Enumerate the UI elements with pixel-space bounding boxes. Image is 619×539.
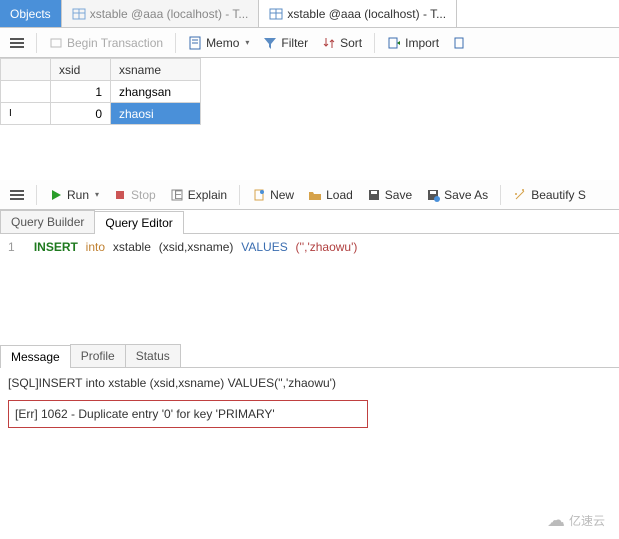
sql-editor[interactable]: 1 INSERT into xstable (xsid,xsname) VALU… — [0, 234, 619, 314]
row-marker-header — [1, 59, 51, 81]
hamburger-icon — [10, 188, 24, 202]
btn-label: Sort — [340, 36, 362, 50]
separator — [36, 33, 37, 53]
table-row[interactable]: I 0 zhaosi — [1, 103, 201, 125]
btn-label: Import — [405, 36, 439, 50]
separator — [239, 185, 240, 205]
save-as-icon — [426, 188, 440, 202]
chevron-down-icon: ▾ — [95, 190, 99, 199]
sql-echo: [SQL]INSERT into xstable (xsid,xsname) V… — [8, 376, 611, 390]
chevron-down-icon: ▾ — [245, 38, 249, 47]
col-header-xsname[interactable]: xsname — [111, 59, 201, 81]
row-marker — [1, 81, 51, 103]
tab-objects[interactable]: Objects — [0, 0, 62, 27]
run-button[interactable]: Run ▾ — [43, 185, 105, 205]
btn-label: Run — [67, 188, 89, 202]
memo-button[interactable]: Memo ▾ — [182, 33, 255, 53]
separator — [36, 185, 37, 205]
btn-label: Memo — [206, 36, 239, 50]
tab-label: xstable @aaa (localhost) - T... — [90, 7, 249, 21]
table-row[interactable]: 1 zhangsan — [1, 81, 201, 103]
tab-label: xstable @aaa (localhost) - T... — [287, 7, 446, 21]
begin-transaction-button[interactable]: Begin Transaction — [43, 33, 169, 53]
tab-query-builder[interactable]: Query Builder — [0, 210, 95, 233]
import-icon — [387, 36, 401, 50]
filter-icon — [263, 36, 277, 50]
sql-keyword: VALUES — [241, 240, 287, 254]
beautify-button[interactable]: Beautify S — [507, 185, 592, 205]
wand-icon — [513, 188, 527, 202]
sort-icon — [322, 36, 336, 50]
btn-label: New — [270, 188, 294, 202]
cell-xsname[interactable]: zhangsan — [111, 81, 201, 103]
sql-token: xstable — [113, 240, 151, 254]
save-icon — [367, 188, 381, 202]
menu-button[interactable] — [4, 33, 30, 53]
tab-xstable-2[interactable]: xstable @aaa (localhost) - T... — [259, 0, 457, 27]
table-icon — [72, 7, 86, 21]
sql-keyword: into — [86, 240, 105, 254]
explain-icon: E — [170, 188, 184, 202]
new-icon — [252, 188, 266, 202]
play-icon — [49, 188, 63, 202]
svg-text:E: E — [174, 188, 182, 202]
col-header-xsid[interactable]: xsid — [51, 59, 111, 81]
sql-token: (xsid,xsname) — [159, 240, 234, 254]
cell-xsname-selected[interactable]: zhaosi — [111, 103, 201, 125]
hamburger-icon — [10, 36, 24, 50]
sql-keyword: INSERT — [34, 240, 78, 254]
btn-label: Beautify S — [531, 188, 586, 202]
tab-profile[interactable]: Profile — [70, 344, 126, 367]
tab-message[interactable]: Message — [0, 345, 71, 368]
logo-text: 亿速云 — [569, 512, 605, 529]
btn-label: Begin Transaction — [67, 36, 163, 50]
separator — [500, 185, 501, 205]
btn-label: Load — [326, 188, 353, 202]
cell-xsid[interactable]: 1 — [51, 81, 111, 103]
btn-label: Save — [385, 188, 412, 202]
stop-icon — [113, 188, 127, 202]
separator — [374, 33, 375, 53]
export-button[interactable] — [447, 33, 473, 53]
line-number: 1 — [8, 240, 26, 254]
cell-xsid[interactable]: 0 — [51, 103, 111, 125]
save-as-button[interactable]: Save As — [420, 185, 494, 205]
btn-label: Filter — [281, 36, 308, 50]
error-message: [Err] 1062 - Duplicate entry '0' for key… — [8, 400, 368, 428]
load-icon — [308, 188, 322, 202]
stop-button[interactable]: Stop — [107, 185, 162, 205]
separator — [175, 33, 176, 53]
row-marker-edit: I — [1, 103, 51, 125]
export-icon — [453, 36, 467, 50]
transaction-icon — [49, 36, 63, 50]
cloud-icon: ☁ — [547, 510, 565, 531]
menu-button[interactable] — [4, 185, 30, 205]
btn-label: Stop — [131, 188, 156, 202]
filter-button[interactable]: Filter — [257, 33, 314, 53]
import-button[interactable]: Import — [381, 33, 445, 53]
sql-token: ('','zhaowu') — [296, 240, 358, 254]
load-button[interactable]: Load — [302, 185, 359, 205]
tab-xstable-1[interactable]: xstable @aaa (localhost) - T... — [62, 0, 260, 27]
sort-button[interactable]: Sort — [316, 33, 368, 53]
btn-label: Explain — [188, 188, 227, 202]
data-grid[interactable]: xsid xsname 1 zhangsan I 0 zhaosi — [0, 58, 201, 125]
explain-button[interactable]: E Explain — [164, 185, 233, 205]
message-panel: [SQL]INSERT into xstable (xsid,xsname) V… — [0, 368, 619, 436]
save-button[interactable]: Save — [361, 185, 418, 205]
tab-query-editor[interactable]: Query Editor — [94, 211, 183, 234]
new-button[interactable]: New — [246, 185, 300, 205]
memo-icon — [188, 36, 202, 50]
tab-status[interactable]: Status — [125, 344, 181, 367]
table-icon — [269, 7, 283, 21]
btn-label: Save As — [444, 188, 488, 202]
watermark-logo: ☁ 亿速云 — [547, 510, 605, 531]
